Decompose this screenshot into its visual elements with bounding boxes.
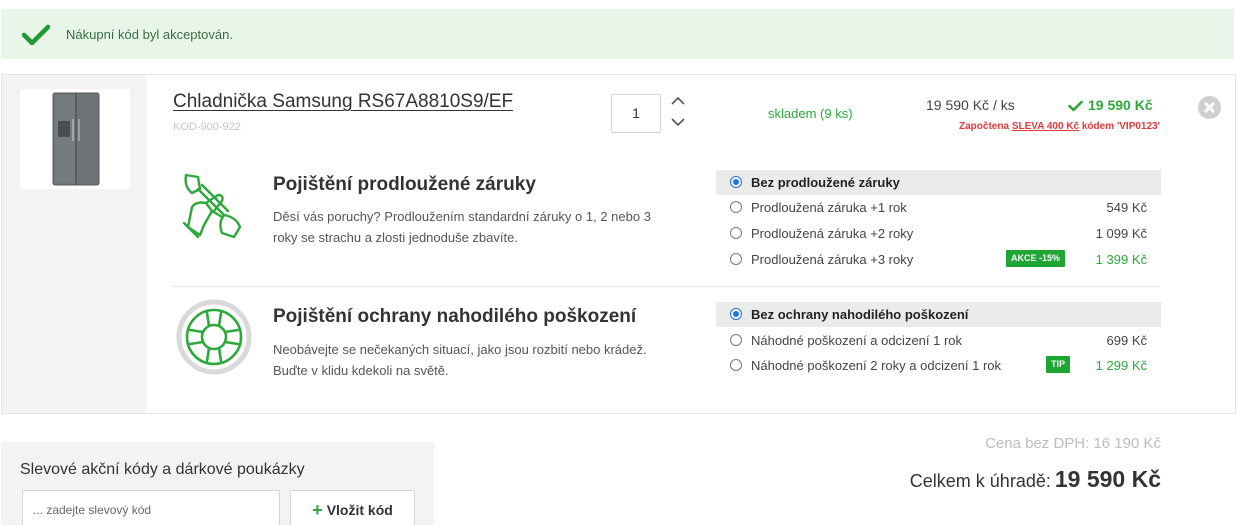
unit-price: 19 590 Kč / ks bbox=[926, 97, 1015, 113]
remove-item-button[interactable] bbox=[1198, 96, 1221, 119]
price-without-vat: Cena bez DPH: 16 190 Kč bbox=[985, 435, 1161, 452]
cart-item: Chladnička Samsung RS67A8810S9/EF KOD-90… bbox=[1, 74, 1236, 414]
warranty-title: Pojištění prodloužené záruky bbox=[273, 174, 536, 195]
warranty-option-3-years[interactable]: Prodloužená záruka +3 roky AKCE -15% 1 3… bbox=[716, 247, 1161, 272]
option-label: Náhodné poškození a odcizení 1 rok bbox=[751, 333, 963, 348]
apply-code-button[interactable]: + Vložit kód bbox=[290, 490, 415, 525]
option-price: 1 299 Kč bbox=[1095, 358, 1147, 373]
warranty-option-none[interactable]: Bez prodloužené záruky bbox=[716, 170, 1161, 195]
lifebuoy-icon bbox=[176, 299, 252, 380]
radio[interactable] bbox=[730, 201, 742, 213]
option-label: Prodloužená záruka +2 roky bbox=[751, 226, 914, 241]
option-label: Náhodné poškození 2 roky a odcizení 1 ro… bbox=[751, 358, 1002, 373]
damage-option-1-year[interactable]: Náhodné poškození a odcizení 1 rok 699 K… bbox=[716, 328, 1161, 353]
option-label: Bez prodloužené záruky bbox=[751, 175, 900, 190]
option-label: Prodloužená záruka +3 roky bbox=[751, 252, 914, 267]
tip-badge: TIP bbox=[1046, 356, 1071, 373]
option-label: Bez ochrany nahodilého poškození bbox=[751, 307, 969, 322]
radio-selected[interactable] bbox=[730, 176, 742, 188]
option-label: Prodloužená záruka +1 rok bbox=[751, 200, 907, 215]
radio[interactable] bbox=[730, 334, 742, 346]
product-image[interactable] bbox=[20, 89, 130, 189]
stock-status: skladem (9 ks) bbox=[768, 106, 853, 121]
option-price: 1 399 Kč bbox=[1095, 252, 1147, 267]
promo-badge: AKCE -15% bbox=[1006, 250, 1066, 267]
chevron-down-icon[interactable] bbox=[669, 115, 687, 134]
grand-total: Celkem k úhradě: 19 590 Kč bbox=[910, 466, 1161, 493]
alert-message: Nákupní kód byl akceptován. bbox=[66, 27, 233, 42]
check-icon bbox=[21, 24, 51, 51]
apply-code-label: Vložit kód bbox=[326, 502, 393, 518]
damage-description: Neobávejte se nečekaných situací, jako j… bbox=[273, 342, 647, 378]
quantity-input[interactable]: 1 bbox=[611, 94, 661, 133]
discount-link[interactable]: SLEVA 400 Kč bbox=[1012, 121, 1079, 132]
divider bbox=[172, 286, 1160, 287]
option-price: 1 099 Kč bbox=[1095, 226, 1147, 241]
product-name-link[interactable]: Chladnička Samsung RS67A8810S9/EF bbox=[173, 91, 513, 113]
discount-prefix: Započtena bbox=[959, 121, 1010, 132]
grand-total-label: Celkem k úhradě: bbox=[909, 471, 1051, 491]
radio[interactable] bbox=[730, 359, 742, 371]
radio[interactable] bbox=[730, 227, 742, 239]
product-code: KOD-900-922 bbox=[173, 121, 241, 133]
voucher-panel: Slevové akční kódy a dárkové poukázky ..… bbox=[1, 442, 434, 525]
item-total-value: 19 590 Kč bbox=[1088, 97, 1153, 113]
radio[interactable] bbox=[730, 253, 742, 265]
voucher-title: Slevové akční kódy a dárkové poukázky bbox=[20, 461, 305, 478]
wrench-hand-icon bbox=[178, 167, 250, 248]
radio-selected[interactable] bbox=[730, 308, 742, 320]
voucher-code-input[interactable]: ... zadejte slevový kód bbox=[22, 490, 280, 525]
chevron-up-icon[interactable] bbox=[669, 94, 687, 113]
check-icon bbox=[1068, 100, 1083, 112]
item-total: 19 590 Kč bbox=[1068, 97, 1153, 113]
damage-option-none[interactable]: Bez ochrany nahodilého poškození bbox=[716, 302, 1161, 327]
warranty-description: Děsí vás poruchy? Prodloužením standardn… bbox=[273, 209, 651, 245]
damage-title: Pojištění ochrany nahodilého poškození bbox=[273, 306, 637, 327]
success-alert: Nákupní kód byl akceptován. bbox=[1, 9, 1234, 59]
damage-option-2-years[interactable]: Náhodné poškození 2 roky a odcizení 1 ro… bbox=[716, 353, 1161, 378]
plus-icon: + bbox=[312, 500, 323, 520]
option-price: 699 Kč bbox=[1106, 333, 1147, 348]
discount-suffix: kódem 'VIP0123' bbox=[1081, 121, 1160, 132]
discount-note: Započtena SLEVA 400 Kč kódem 'VIP0123' bbox=[959, 121, 1160, 132]
option-price: 549 Kč bbox=[1106, 200, 1147, 215]
warranty-option-2-years[interactable]: Prodloužená záruka +2 roky 1 099 Kč bbox=[716, 221, 1161, 246]
warranty-option-1-year[interactable]: Prodloužená záruka +1 rok 549 Kč bbox=[716, 195, 1161, 220]
grand-total-value: 19 590 Kč bbox=[1054, 466, 1161, 492]
